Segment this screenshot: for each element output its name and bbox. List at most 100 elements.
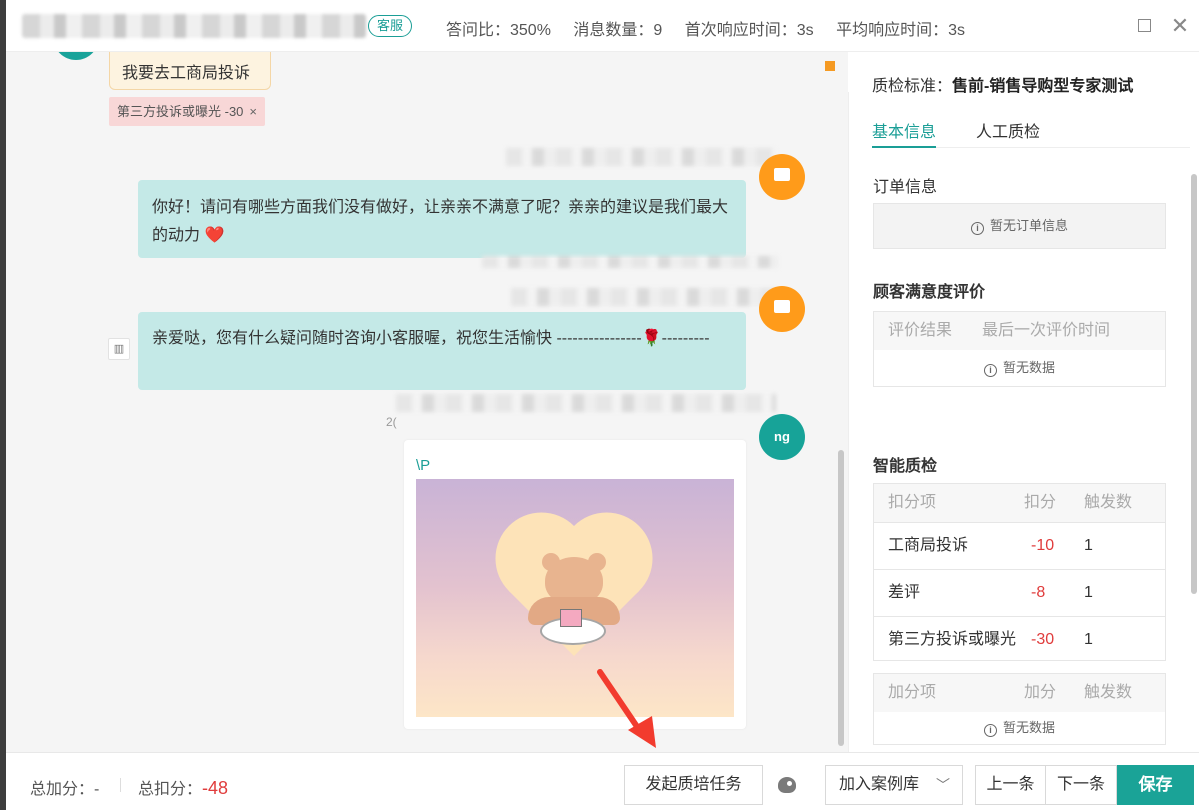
start-training-task-button[interactable]: 发起质培任务 (624, 765, 763, 805)
chevron-down-icon: ﹀ (936, 777, 950, 793)
deduct-points: -10 (1031, 537, 1055, 554)
table-row: 工商局投诉 -10 1 (874, 522, 1165, 569)
col-header: 最后一次评价时间 (982, 322, 1111, 339)
col-header: 加分 (1024, 684, 1057, 701)
trigger-count: 1 (1084, 537, 1093, 554)
deduct-item: 工商局投诉 (888, 537, 969, 554)
table-header: 扣分项 扣分 触发数 (874, 484, 1165, 522)
chat-area[interactable]: 我要去工商局投诉 第三方投诉或曝光 -30 × 你好！请问有哪些方面我们没有做好，… (6, 52, 848, 752)
marker-icon (825, 61, 835, 71)
satisfaction-table: 评价结果 最后一次评价时间 i 暂无数据 (873, 311, 1166, 387)
panel-scrollbar[interactable] (1191, 174, 1197, 594)
image-message[interactable]: \P (404, 440, 746, 729)
customer-avatar (53, 52, 99, 60)
chat-scrollbar[interactable] (838, 450, 844, 746)
deduct-points: -8 (1031, 584, 1046, 601)
table-row: 差评 -8 1 (874, 569, 1165, 616)
inspection-panel: 质检标准：售前-销售导购型专家测试 基本信息 人工质检 订单信息 i 暂无订单信息… (848, 52, 1199, 752)
deduction-tag: 第三方投诉或曝光 -30 × (109, 97, 265, 126)
agent-message: 你好！请问有哪些方面我们没有做好，让亲亲不满意了呢？亲亲的建议是我们最大的动力 … (138, 180, 746, 258)
agent-avatar: ng (759, 414, 805, 460)
table-row: 第三方投诉或曝光 -30 1 (874, 616, 1165, 663)
trigger-count: 1 (1084, 584, 1093, 601)
customer-message: 我要去工商局投诉 (109, 52, 271, 90)
info-icon: i (983, 724, 997, 737)
order-info-empty: i 暂无订单信息 (873, 203, 1166, 249)
col-header: 扣分 (1024, 494, 1057, 511)
satisfaction-title: 顾客满意度评价 (873, 284, 986, 301)
satisfaction-empty: i 暂无数据 (874, 350, 1165, 386)
qc-standard: 质检标准：售前-销售导购型专家测试 (872, 72, 1133, 96)
blurred-meta (396, 394, 776, 412)
cup-icon (774, 168, 790, 181)
trigger-count: 1 (1084, 631, 1093, 648)
maximize-icon (1137, 19, 1151, 32)
agent-avatar (759, 286, 805, 332)
cup-icon (774, 300, 790, 313)
blurred-sender-info (506, 148, 776, 166)
total-add-value: - (94, 781, 100, 798)
empty-text: 暂无数据 (1002, 360, 1055, 375)
deduct-points: -30 (1031, 631, 1055, 648)
next-button[interactable]: 下一条 (1046, 765, 1117, 805)
case-button-label: 加入案例库 (839, 776, 920, 793)
robot-icon[interactable] (778, 777, 796, 793)
qc-standard-value: 售前-销售导购型专家测试 (952, 78, 1134, 95)
panel-tabs: 基本信息 人工质检 (872, 118, 1190, 148)
order-info-title: 订单信息 (873, 179, 938, 196)
cake (560, 609, 582, 627)
addition-empty: i 暂无数据 (874, 712, 1165, 744)
col-header: 触发数 (1084, 684, 1133, 701)
info-icon: i (970, 222, 984, 235)
red-arrow-annotation (597, 669, 656, 748)
agent-message: 亲爱哒，您有什么疑问随时咨询小客服喔，祝您生活愉快 --------------… (138, 312, 746, 390)
table-header: 评价结果 最后一次评价时间 (874, 312, 1165, 350)
remove-tag-icon[interactable]: × (249, 104, 257, 119)
report-icon[interactable]: ▥ (108, 338, 130, 360)
total-deduction: 总扣分：-48 (138, 775, 228, 799)
bear-image[interactable] (416, 479, 734, 717)
deduction-table: 扣分项 扣分 触发数 工商局投诉 -10 1 差评 -8 1 第三方投诉或曝光 … (873, 483, 1166, 661)
deduct-item: 差评 (888, 584, 921, 601)
first-response-time: 首次响应时间：3s (684, 22, 814, 39)
total-add-label: 总加分： (30, 781, 95, 798)
total-addition: 总加分：- (30, 775, 99, 799)
smart-qc-title: 智能质检 (873, 458, 938, 475)
col-header: 扣分项 (888, 494, 937, 511)
tab-manual-qc[interactable]: 人工质检 (976, 118, 1040, 148)
add-to-case-library-button[interactable]: 加入案例库 ﹀ (825, 765, 963, 805)
conversation-stats: 答问比：350% 消息数量：9 首次响应时间：3s 平均响应时间：3s (446, 16, 983, 40)
quality-inspection-window: 客服 答问比：350% 消息数量：9 首次响应时间：3s 平均响应时间：3s ✕… (0, 0, 1199, 810)
col-header: 加分项 (888, 684, 937, 701)
empty-text: 暂无数据 (1002, 720, 1055, 735)
col-header: 评价结果 (888, 322, 953, 339)
info-icon: i (983, 364, 997, 377)
image-caption: \P (416, 457, 431, 474)
maximize-button[interactable] (1132, 14, 1156, 38)
deduct-item: 第三方投诉或曝光 (888, 631, 1017, 648)
close-button[interactable]: ✕ (1168, 14, 1192, 38)
panel-divider (848, 92, 849, 752)
bottom-bar: 总加分：- 总扣分：-48 发起质培任务 加入案例库 ﹀ 上一条 下一条 保存 (6, 752, 1199, 810)
agent-avatar (759, 154, 805, 200)
service-tag: 客服 (368, 15, 413, 37)
avg-response-time: 平均响应时间：3s (836, 22, 966, 39)
service-tag-label: 客服 (377, 18, 404, 33)
deduction-tag-label: 第三方投诉或曝光 -30 (117, 104, 244, 119)
header-bar: 客服 答问比：350% 消息数量：9 首次响应时间：3s 平均响应时间：3s ✕ (6, 0, 1199, 52)
answer-ratio: 答问比：350% (446, 22, 551, 39)
save-button[interactable]: 保存 (1117, 765, 1194, 805)
blurred-meta (482, 256, 778, 268)
divider (120, 778, 121, 792)
total-deduct-label: 总扣分： (138, 781, 203, 798)
col-header: 触发数 (1084, 494, 1133, 511)
tab-basic-info[interactable]: 基本信息 (872, 118, 937, 148)
table-header: 加分项 加分 触发数 (874, 674, 1165, 712)
order-empty-text: 暂无订单信息 (989, 218, 1068, 233)
previous-button[interactable]: 上一条 (975, 765, 1046, 805)
addition-table: 加分项 加分 触发数 i 暂无数据 (873, 673, 1166, 745)
blurred-customer-name (22, 14, 366, 38)
close-icon: ✕ (1170, 13, 1190, 38)
blurred-sender-info (511, 288, 776, 306)
total-deduct-value: -48 (202, 778, 229, 798)
